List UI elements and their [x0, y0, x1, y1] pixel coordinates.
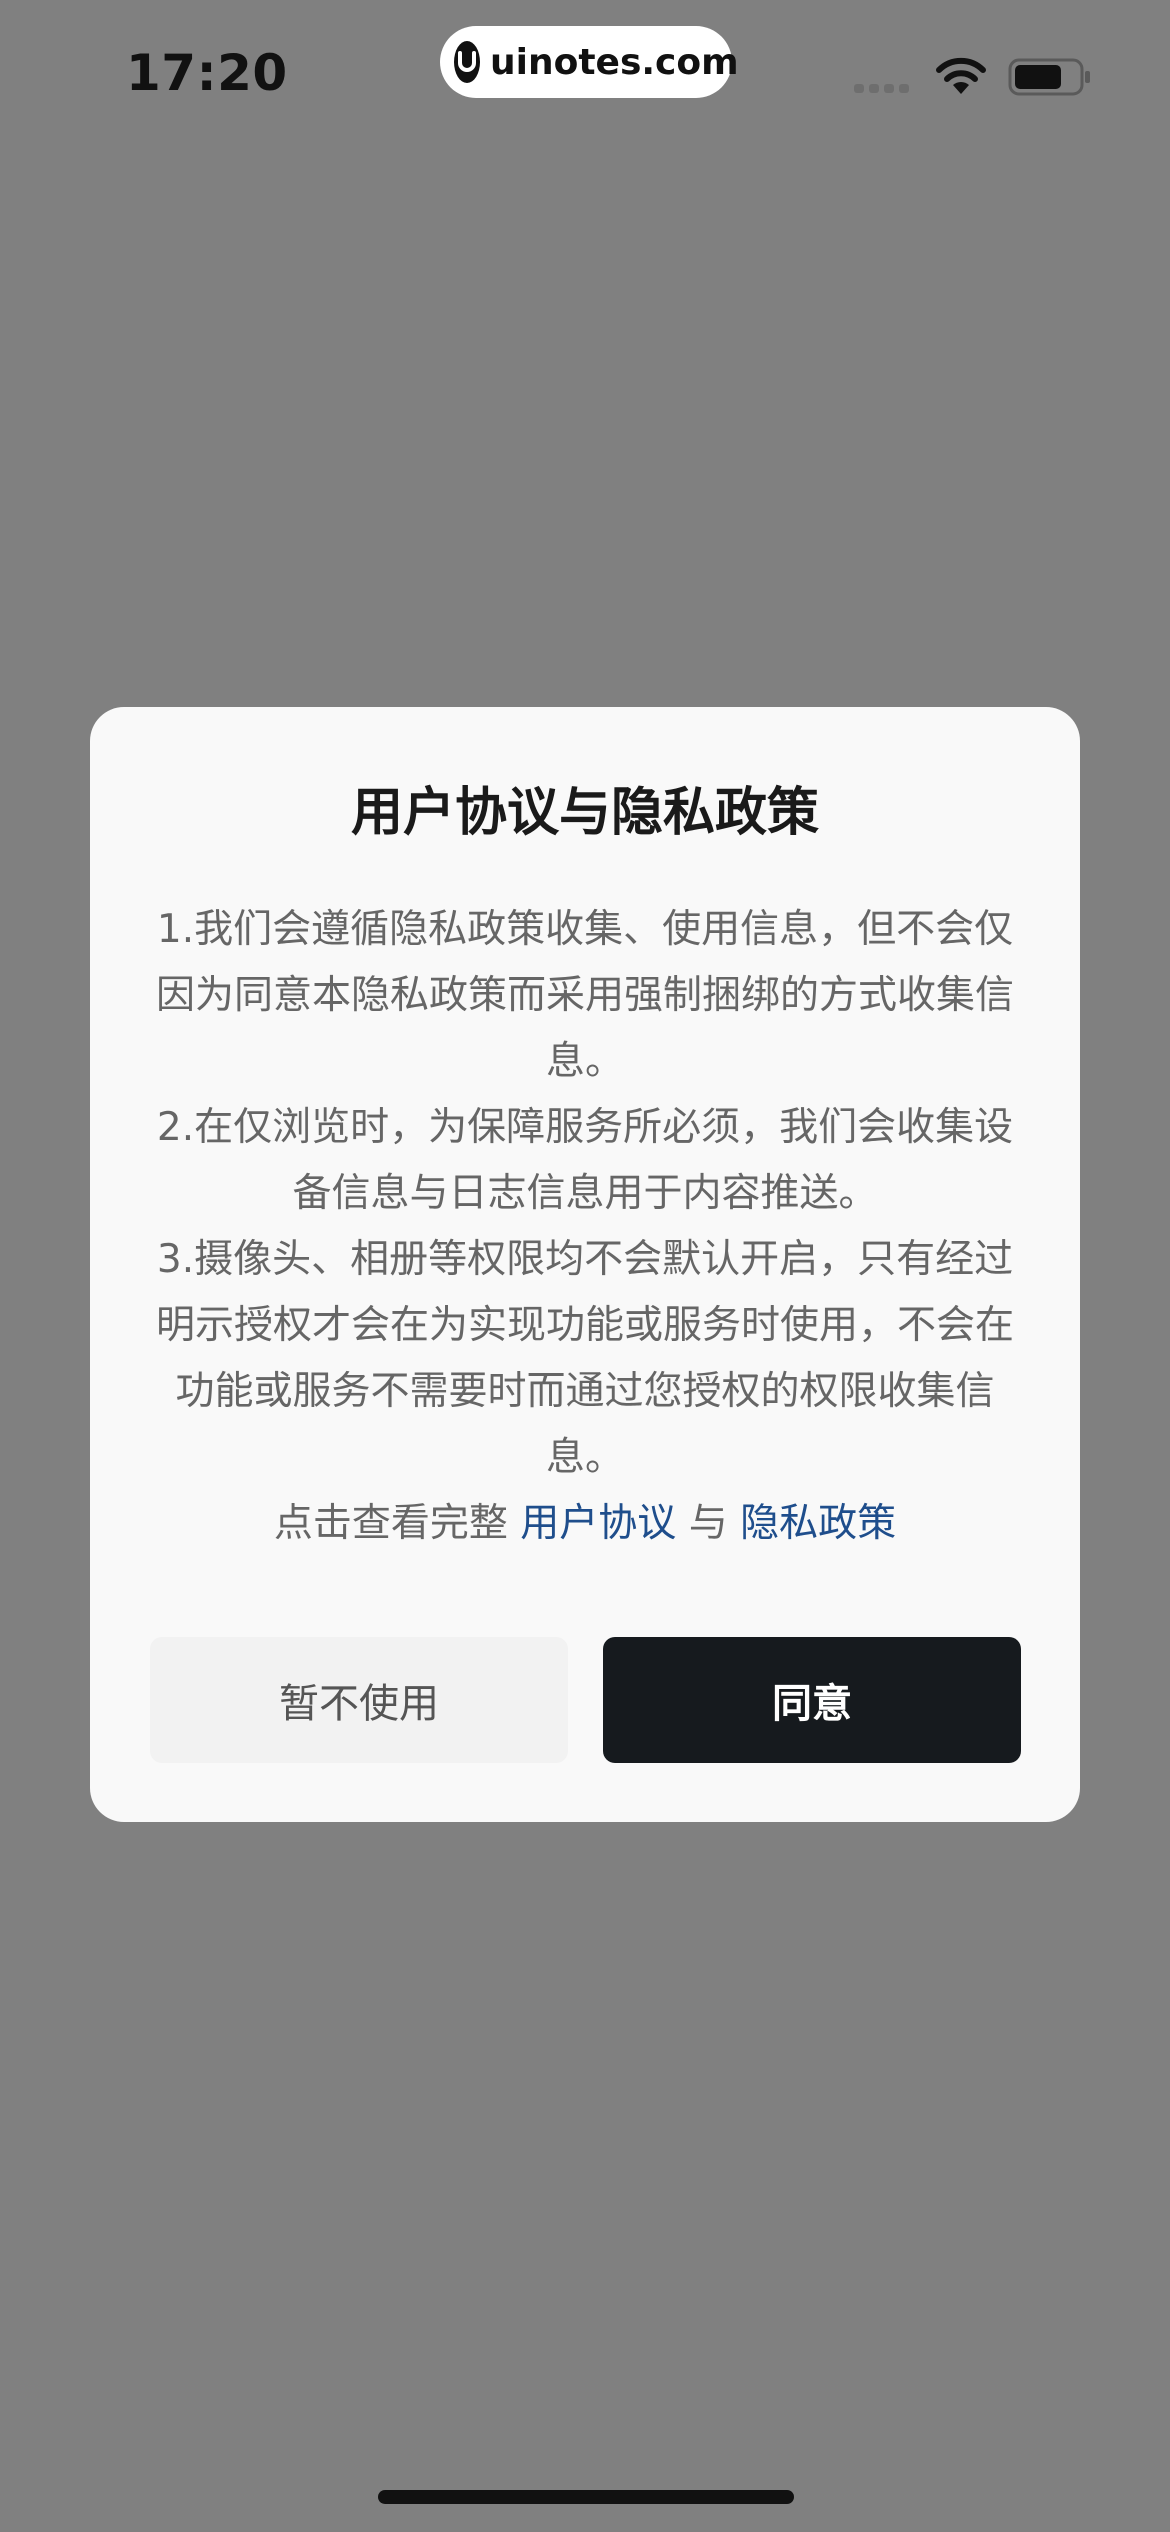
- status-bar: 17:20 uinotes.com: [0, 0, 1170, 150]
- home-indicator[interactable]: [378, 2490, 794, 2504]
- privacy-clause-3: 3.摄像头、相册等权限均不会默认开启，只有经过明示授权才会在为实现功能或服务时使…: [155, 1237, 1014, 1480]
- links-line: 点击查看完整 用户协议 与 隐私政策: [144, 1491, 1026, 1557]
- links-conjunction: 与: [688, 1501, 728, 1546]
- cellular-signal-icon: [854, 84, 909, 93]
- agree-button[interactable]: 同意: [603, 1637, 1021, 1763]
- links-prefix: 点击查看完整: [273, 1501, 508, 1546]
- dialog-title: 用户协议与隐私政策: [350, 783, 819, 843]
- privacy-clause-1: 1.我们会遵循隐私政策收集、使用信息，但不会仅因为同意本隐私政策而采用强制捆绑的…: [155, 907, 1014, 1084]
- uinotes-logo-icon: [454, 41, 480, 83]
- user-agreement-link[interactable]: 用户协议: [520, 1501, 676, 1546]
- decline-button[interactable]: 暂不使用: [150, 1637, 568, 1763]
- dialog-body: 1.我们会遵循隐私政策收集、使用信息，但不会仅因为同意本隐私政策而采用强制捆绑的…: [144, 897, 1026, 1557]
- privacy-dialog: 用户协议与隐私政策 1.我们会遵循隐私政策收集、使用信息，但不会仅因为同意本隐私…: [90, 707, 1080, 1822]
- privacy-clause-2: 2.在仅浏览时，为保障服务所必须，我们会收集设备信息与日志信息用于内容推送。: [156, 1105, 1014, 1216]
- watermark-badge: uinotes.com: [440, 26, 739, 98]
- status-time: 17:20: [126, 44, 288, 102]
- watermark-text: uinotes.com: [490, 41, 739, 83]
- wifi-icon: [936, 57, 986, 94]
- battery-icon: [1008, 58, 1090, 96]
- privacy-policy-link[interactable]: 隐私政策: [740, 1501, 896, 1546]
